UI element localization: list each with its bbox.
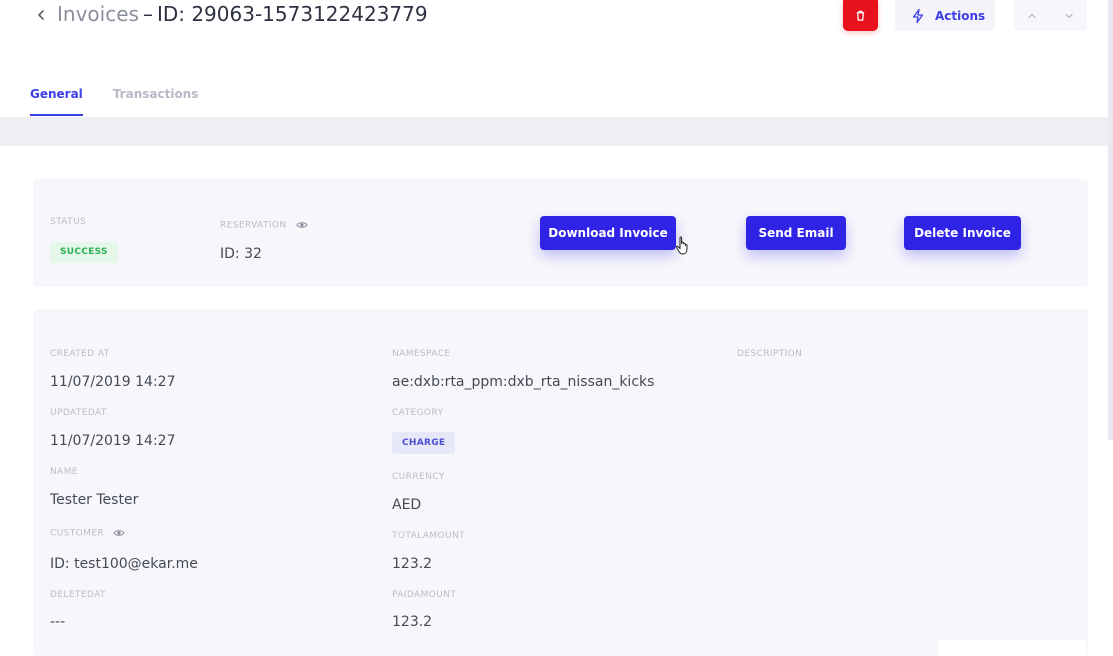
updated-at-label: UPDATEDAT — [50, 408, 107, 418]
page-title: Invoices – ID: 29063-1573122423779 — [57, 1, 428, 27]
lightning-icon — [910, 8, 926, 24]
title-separator: – — [142, 2, 153, 26]
section-divider-band — [0, 117, 1113, 146]
delete-trash-button[interactable] — [843, 0, 878, 31]
download-invoice-button[interactable]: Download Invoice — [540, 216, 676, 250]
namespace-value: ae:dxb:rta_ppm:dxb_rta_nissan_kicks — [392, 374, 655, 390]
category-label: CATEGORY — [392, 408, 444, 418]
invoice-details-card: CREATED AT 11/07/2019 14:27 UPDATEDAT 11… — [33, 309, 1088, 656]
hand-pointer-icon — [676, 236, 688, 255]
breadcrumb-invoices[interactable]: Invoices — [57, 2, 139, 26]
chevron-up-icon[interactable] — [1024, 8, 1040, 24]
deleted-at-label: DELETEDAT — [50, 590, 106, 600]
trash-icon — [856, 10, 865, 21]
invoice-detail-page: Invoices – ID: 29063-1573122423779 Actions… — [0, 0, 1113, 656]
reservation-label-text: RESERVATION — [220, 220, 287, 231]
deleted-at-value: --- — [50, 614, 66, 630]
back-chevron-left-icon[interactable] — [32, 4, 50, 26]
status-badge: SUCCESS — [50, 242, 118, 263]
currency-value: AED — [392, 497, 422, 513]
page-header: Invoices – ID: 29063-1573122423779 Actions — [0, 0, 1113, 62]
tab-transactions[interactable]: Transactions — [113, 84, 199, 116]
eye-icon[interactable] — [113, 527, 125, 539]
created-at-label: CREATED AT — [50, 349, 110, 359]
tab-bar: General Transactions — [30, 84, 228, 117]
updated-at-value: 11/07/2019 14:27 — [50, 433, 176, 449]
tab-general[interactable]: General — [30, 84, 83, 116]
send-email-button[interactable]: Send Email — [746, 216, 846, 250]
floating-panel-edge — [938, 640, 1086, 656]
invoice-summary-card: STATUS SUCCESS RESERVATION ID: 32 Downlo… — [33, 179, 1088, 287]
description-label: DESCRIPTION — [737, 349, 803, 359]
total-amount-value: 123.2 — [392, 556, 433, 572]
eye-icon[interactable] — [296, 219, 308, 231]
reservation-value[interactable]: ID: 32 — [220, 246, 262, 262]
scrollbar[interactable] — [1108, 0, 1113, 440]
created-at-value: 11/07/2019 14:27 — [50, 374, 176, 390]
customer-label: CUSTOMER — [50, 527, 125, 539]
invoice-id: ID: 29063-1573122423779 — [156, 2, 428, 26]
actions-label: Actions — [935, 8, 986, 23]
actions-button[interactable]: Actions — [895, 0, 995, 31]
customer-label-text: CUSTOMER — [50, 528, 105, 539]
customer-value[interactable]: ID: test100@ekar.me — [50, 556, 198, 572]
paid-amount-value: 123.2 — [392, 614, 433, 630]
paid-amount-label: PAIDAMOUNT — [392, 590, 457, 600]
currency-label: CURRENCY — [392, 472, 445, 482]
total-amount-label: TOTALAMOUNT — [392, 531, 465, 541]
record-navigation — [1014, 0, 1087, 31]
name-label: NAME — [50, 467, 78, 477]
reservation-label: RESERVATION — [220, 219, 308, 231]
delete-invoice-button[interactable]: Delete Invoice — [904, 216, 1021, 250]
category-badge: CHARGE — [392, 432, 456, 454]
name-value: Tester Tester — [50, 492, 139, 508]
chevron-down-icon[interactable] — [1061, 8, 1077, 24]
namespace-label: NAMESPACE — [392, 349, 451, 359]
status-label: STATUS — [50, 217, 87, 227]
